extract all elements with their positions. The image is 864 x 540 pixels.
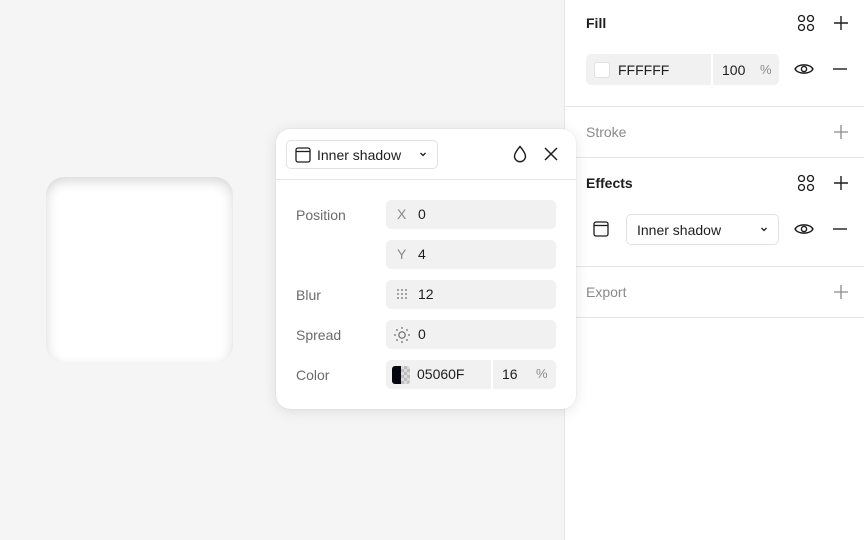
fill-divider <box>711 54 713 85</box>
spread-input[interactable]: 0 <box>386 320 556 349</box>
shadowed-frame[interactable] <box>46 177 233 363</box>
y-input[interactable]: Y 4 <box>386 240 556 269</box>
fill-percent-sign: % <box>760 62 772 77</box>
position-label: Position <box>296 207 346 223</box>
x-input[interactable]: X 0 <box>386 200 556 229</box>
chevron-down-icon <box>417 148 429 160</box>
effects-styles-grid-icon[interactable] <box>794 171 818 195</box>
remove-fill-minus-icon[interactable] <box>828 57 852 81</box>
stroke-section: Stroke <box>565 107 864 158</box>
x-prefix: X <box>397 206 407 222</box>
properties-panel: Fill FFFFFF 100 % Stroke Effects Export … <box>564 0 864 540</box>
fill-color-swatch[interactable] <box>594 62 610 78</box>
spread-label: Spread <box>296 327 342 343</box>
color-hex-value[interactable]: 05060F <box>417 366 464 382</box>
add-stroke-plus-icon[interactable] <box>829 120 853 144</box>
color-percent-sign: % <box>536 366 548 381</box>
blur-input[interactable]: 12 <box>386 280 556 309</box>
effect-type-label: Inner shadow <box>637 222 722 238</box>
fill-section: Fill FFFFFF 100 % <box>565 0 864 107</box>
popup-effect-type-label: Inner shadow <box>317 147 402 163</box>
spread-sun-icon <box>393 326 411 344</box>
effect-type-dropdown[interactable]: Inner shadow <box>626 214 779 245</box>
remove-effect-minus-icon[interactable] <box>828 217 852 241</box>
x-value[interactable]: 0 <box>418 206 426 222</box>
effect-settings-inner-shadow-icon[interactable] <box>589 217 613 241</box>
popup-header: Inner shadow <box>276 129 576 180</box>
color-input[interactable]: 05060F 16 % <box>386 360 556 389</box>
color-opacity-value[interactable]: 16 <box>502 366 518 382</box>
fill-visibility-eye-icon[interactable] <box>792 57 816 81</box>
color-label: Color <box>296 367 330 383</box>
spread-value[interactable]: 0 <box>418 326 426 342</box>
add-fill-plus-icon[interactable] <box>829 11 853 35</box>
add-export-plus-icon[interactable] <box>829 280 853 304</box>
y-value[interactable]: 4 <box>418 246 426 262</box>
export-title: Export <box>586 284 627 300</box>
fill-title: Fill <box>586 15 607 31</box>
y-prefix: Y <box>397 246 407 262</box>
fill-hex-value[interactable]: FFFFFF <box>618 62 669 78</box>
fill-row[interactable]: FFFFFF 100 % <box>586 54 779 85</box>
fill-styles-grid-icon[interactable] <box>794 11 818 35</box>
blur-label: Blur <box>296 287 321 303</box>
effects-title: Effects <box>586 175 633 191</box>
chevron-down-icon <box>758 223 770 235</box>
inner-shadow-icon <box>295 147 311 163</box>
popup-effect-type-dropdown[interactable]: Inner shadow <box>286 140 438 169</box>
drop-icon[interactable] <box>508 142 532 166</box>
effect-settings-popup: Inner shadow Position X 0 Y 4 Blur 12 Sp… <box>276 129 576 409</box>
color-divider <box>491 360 493 389</box>
blur-dots-icon <box>396 288 408 300</box>
blur-value[interactable]: 12 <box>418 286 434 302</box>
fill-opacity-value[interactable]: 100 <box>722 62 745 78</box>
close-icon[interactable] <box>539 142 563 166</box>
stroke-title: Stroke <box>586 124 627 140</box>
export-section: Export <box>565 267 864 318</box>
effect-visibility-eye-icon[interactable] <box>792 217 816 241</box>
add-effect-plus-icon[interactable] <box>829 171 853 195</box>
shadow-color-swatch[interactable] <box>392 366 410 384</box>
effects-section: Effects <box>565 158 864 267</box>
